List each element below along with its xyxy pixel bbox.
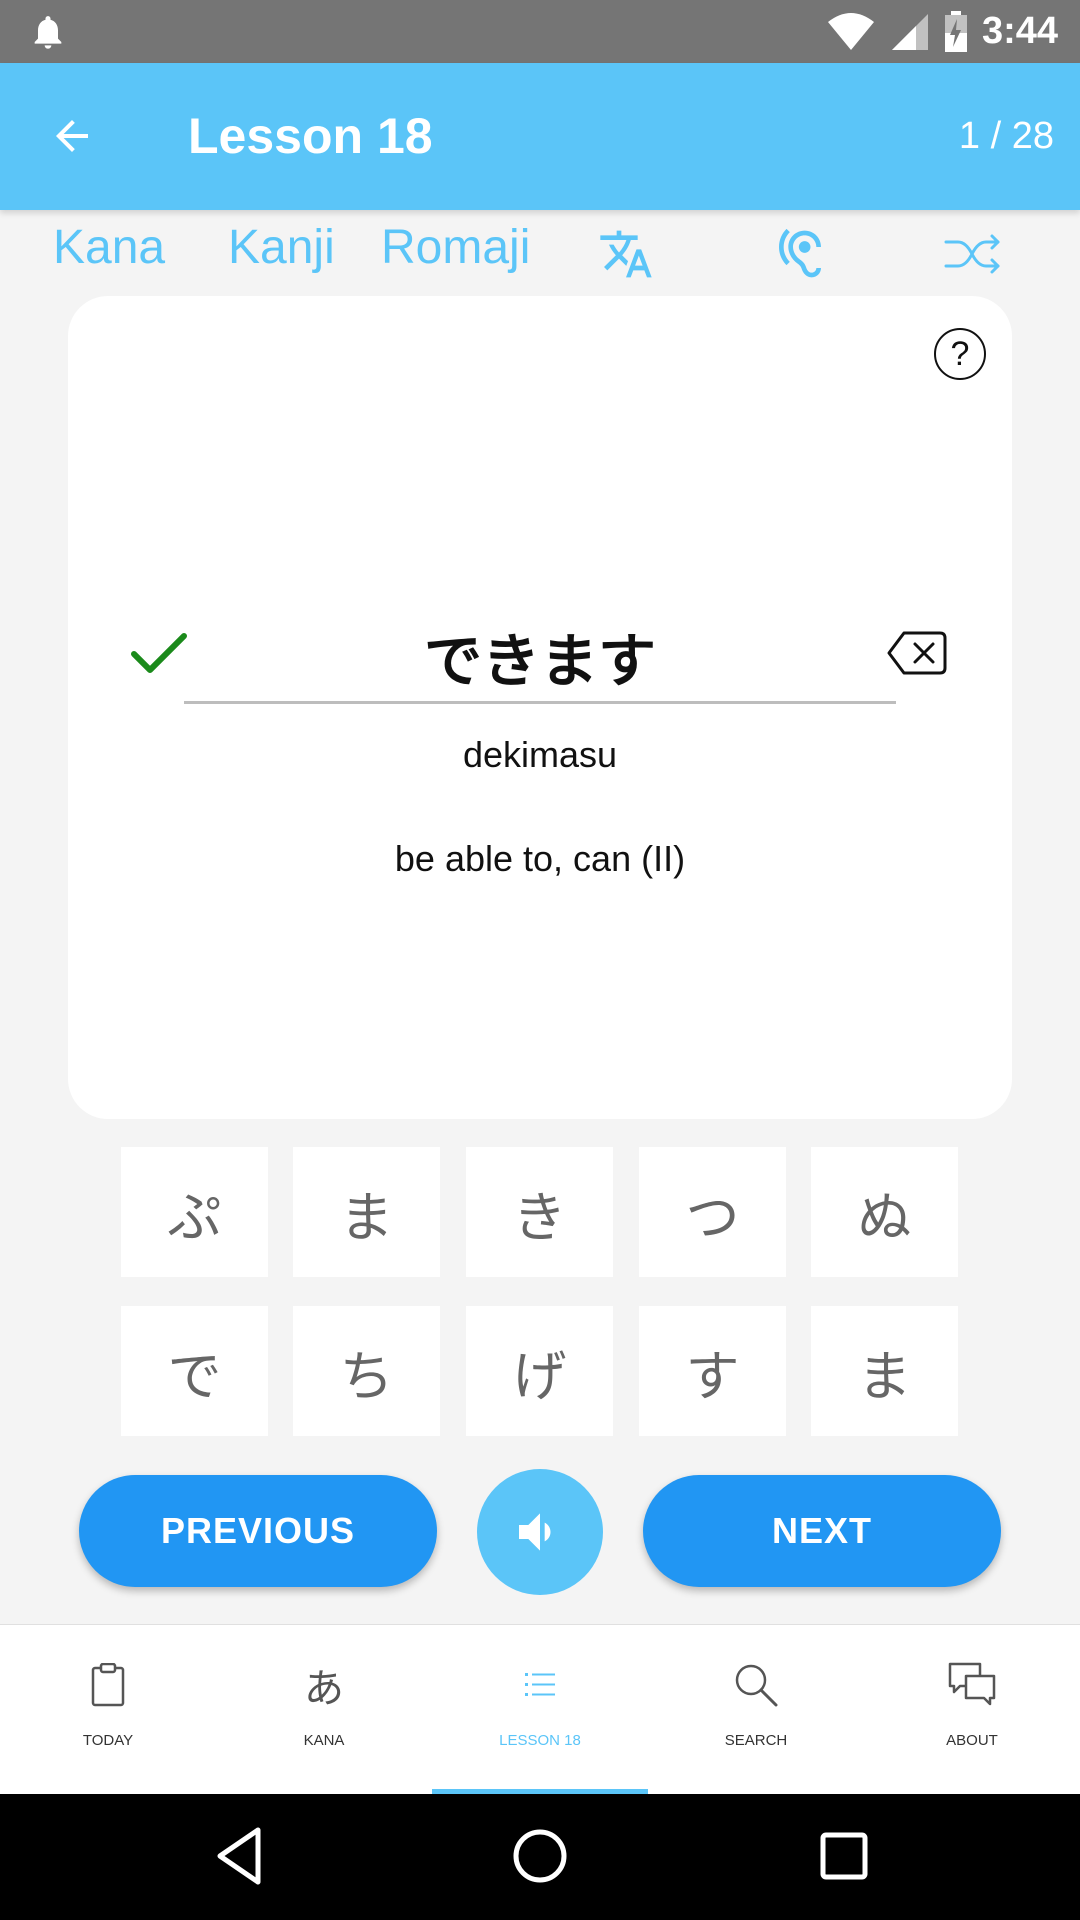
- help-button[interactable]: ?: [934, 328, 986, 380]
- cell-signal-icon: [891, 13, 928, 50]
- play-audio-button[interactable]: [477, 1469, 603, 1595]
- clock-time: 3:44: [981, 10, 1058, 52]
- system-back-icon[interactable]: [210, 1824, 270, 1888]
- system-home-icon[interactable]: [511, 1824, 569, 1888]
- clipboard-icon: [91, 1663, 125, 1707]
- answer-field[interactable]: できます: [184, 614, 896, 704]
- nav-label-kana: KANA: [303, 1732, 345, 1749]
- page-title: Lesson 18: [188, 108, 433, 164]
- kana-key[interactable]: き: [466, 1147, 613, 1277]
- nav-label-lesson: LESSON 18: [499, 1732, 581, 1749]
- nav-lesson[interactable]: LESSON 18: [432, 1625, 648, 1795]
- hiragana-a-icon: あ: [304, 1666, 344, 1712]
- battery-charging-icon: [944, 10, 967, 52]
- kana-key[interactable]: つ: [639, 1147, 786, 1277]
- next-button[interactable]: NEXT: [643, 1475, 1001, 1587]
- flashcard: ? できます dekimasu be able to, can (II): [68, 296, 1012, 1119]
- back-arrow-icon[interactable]: [48, 112, 96, 160]
- kana-key[interactable]: す: [639, 1306, 786, 1436]
- nav-search[interactable]: SEARCH: [648, 1625, 864, 1795]
- nav-label-about: ABOUT: [946, 1732, 998, 1749]
- nav-today[interactable]: TODAY: [0, 1625, 216, 1795]
- listen-ear-icon[interactable]: [772, 226, 828, 282]
- volume-icon: [519, 1513, 551, 1551]
- mode-tab-romaji[interactable]: Romaji: [381, 220, 530, 275]
- kana-key[interactable]: げ: [466, 1306, 613, 1436]
- nav-label-today: TODAY: [82, 1732, 134, 1749]
- meaning-text: be able to, can (II): [394, 838, 686, 879]
- nav-about[interactable]: ABOUT: [864, 1625, 1080, 1795]
- previous-button[interactable]: PREVIOUS: [79, 1475, 437, 1587]
- mode-tab-kana[interactable]: Kana: [53, 220, 165, 275]
- chat-bubbles-icon: [948, 1662, 996, 1706]
- romaji-text: dekimasu: [462, 734, 618, 775]
- kana-key[interactable]: ち: [293, 1306, 440, 1436]
- kana-key[interactable]: で: [121, 1306, 268, 1436]
- bottom-navigation: TODAY あ KANA LESSON 18 SEARCH ABOUT: [0, 1624, 1080, 1795]
- nav-kana[interactable]: あ KANA: [216, 1625, 432, 1795]
- correct-check-icon: [131, 633, 187, 673]
- card-counter: 1 / 28: [958, 115, 1054, 157]
- app-bar: Lesson 18 1 / 28: [0, 63, 1080, 210]
- translate-icon[interactable]: [598, 226, 654, 282]
- backspace-icon[interactable]: [886, 630, 948, 676]
- status-bar: 3:44: [0, 0, 1080, 63]
- nav-label-search: SEARCH: [724, 1732, 788, 1749]
- notification-bell-icon: [34, 16, 62, 49]
- kana-key[interactable]: ま: [293, 1147, 440, 1277]
- system-recents-icon[interactable]: [818, 1824, 870, 1888]
- list-icon: [525, 1673, 555, 1696]
- kana-key[interactable]: ぷ: [121, 1147, 268, 1277]
- kana-key[interactable]: ぬ: [811, 1147, 958, 1277]
- kana-key[interactable]: ま: [811, 1306, 958, 1436]
- shuffle-icon[interactable]: [944, 226, 1002, 282]
- search-icon: [735, 1664, 778, 1707]
- wifi-icon: [827, 12, 874, 50]
- mode-toolbar: Kana Kanji Romaji: [0, 212, 1080, 292]
- system-navigation-bar: [0, 1794, 1080, 1920]
- mode-tab-kanji[interactable]: Kanji: [228, 220, 335, 275]
